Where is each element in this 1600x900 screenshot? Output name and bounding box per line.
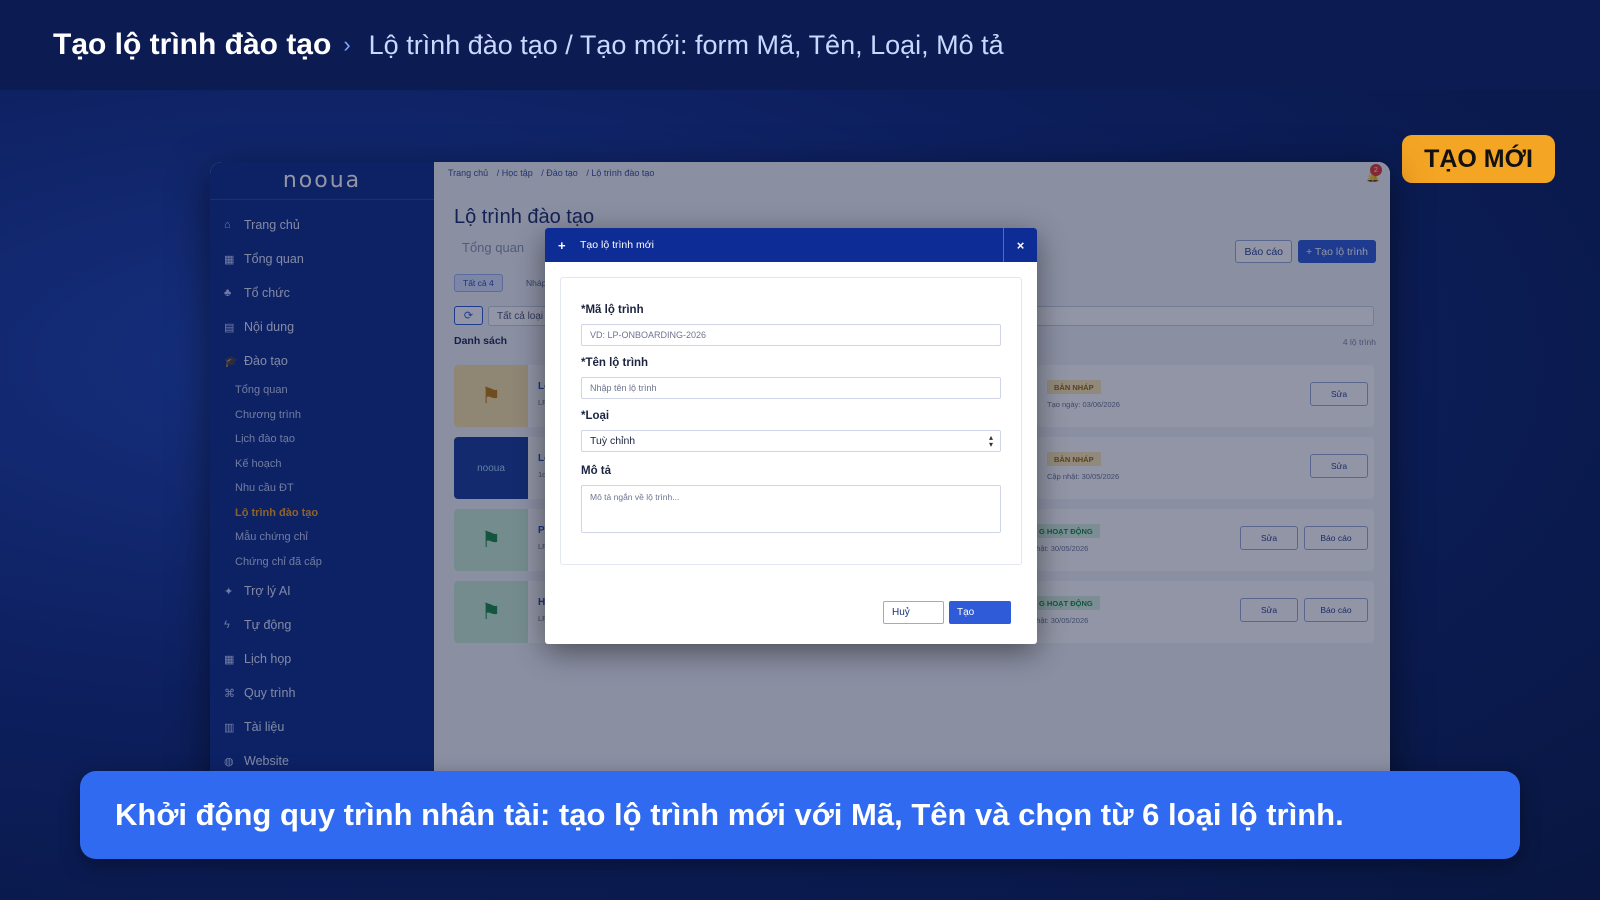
create-path-modal: + Tạo lộ trình mới × *Mã lộ trình VD: LP… [545, 228, 1037, 644]
description-label: Mô tả [581, 465, 612, 477]
type-label: *Loại [581, 410, 610, 422]
banner-subtitle: Lộ trình đào tạo / Tạo mới: form Mã, Tên… [368, 29, 1004, 60]
plus-icon: + [558, 237, 566, 253]
code-field[interactable]: VD: LP-ONBOARDING-2026 [581, 324, 1001, 346]
create-button[interactable]: Tạo [949, 601, 1011, 624]
banner-title: Tạo lộ trình đào tạo [53, 28, 332, 61]
app-window: nooua ⌂ Trang chủ ▦ Tổng quan ♣ Tổ chức ▤ Nộ… [210, 162, 1390, 812]
chevron-right-icon: › [343, 32, 351, 57]
new-badge: TẠO MỚI [1402, 135, 1555, 183]
cancel-button[interactable]: Huỷ [883, 601, 944, 624]
type-select-value: Tuỳ chỉnh [590, 435, 636, 447]
name-field[interactable]: Nhập tên lộ trình [581, 377, 1001, 399]
top-banner: Tạo lộ trình đào tạo › Lộ trình đào tạo … [0, 0, 1600, 90]
close-icon[interactable]: × [1003, 228, 1037, 262]
description-field[interactable]: Mô tả ngắn về lộ trình... [581, 485, 1001, 533]
modal-form: *Mã lộ trình VD: LP-ONBOARDING-2026 *Tên… [560, 277, 1022, 565]
code-label: *Mã lộ trình [581, 304, 644, 316]
modal-header: + Tạo lộ trình mới × [545, 228, 1037, 262]
select-arrows-icon: ▴ ▾ [988, 433, 993, 449]
caption-banner: Khởi động quy trình nhân tài: tạo lộ trì… [80, 771, 1520, 859]
name-label: *Tên lộ trình [581, 357, 649, 369]
modal-title: Tạo lộ trình mới [580, 239, 654, 251]
type-select[interactable]: Tuỳ chỉnh ▴ ▾ [581, 430, 1001, 452]
